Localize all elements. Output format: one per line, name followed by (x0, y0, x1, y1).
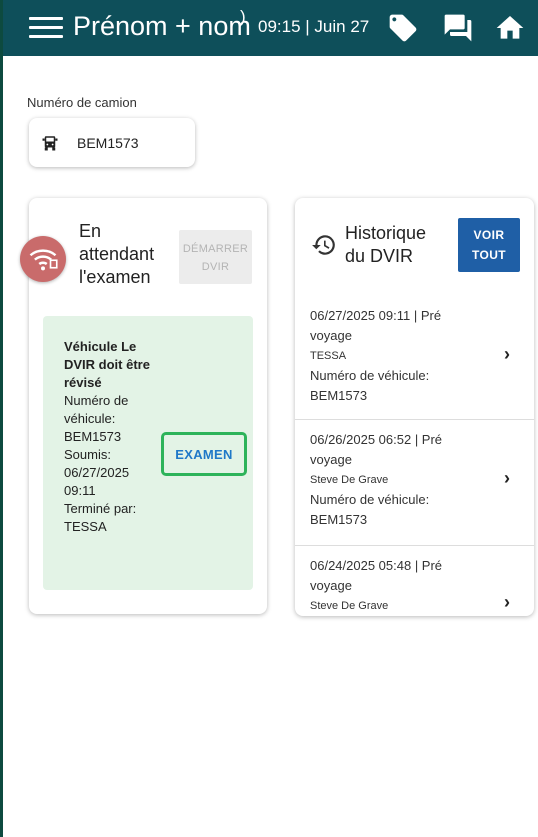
signal-icon: ) (240, 7, 246, 26)
pending-title-line1: En (79, 221, 102, 241)
history-item-header: 06/26/2025 06:52 | Pré (310, 432, 443, 447)
history-item-trip: voyage (310, 578, 352, 593)
truck-number-value: BEM1573 (77, 134, 139, 151)
completed-by-label: Terminé par: (64, 501, 137, 516)
vehicle-label-line1: Numéro de (64, 393, 129, 408)
history-icon (312, 235, 335, 255)
history-item-header: 06/24/2025 05:48 | Pré (310, 558, 443, 573)
history-item-vehicle-label: Numéro de véhicule: (310, 368, 430, 383)
home-icon[interactable] (493, 12, 527, 44)
history-item-driver: TESSA (310, 350, 347, 362)
chevron-right-icon: › (504, 468, 510, 488)
history-item-driver: Steve De Grave (310, 474, 389, 486)
history-title: Historique du DVIR (345, 222, 426, 268)
wifi-glyph (29, 249, 58, 271)
pending-dvir-details: Véhicule Le DVIR doit être révisé Numéro… (64, 338, 164, 536)
menu-icon[interactable] (29, 17, 63, 41)
submitted-date: 06/27/2025 (64, 465, 130, 480)
history-item-vehicle: BEM1573 (310, 388, 368, 403)
history-item-header: 06/27/2025 09:11 | Pré (310, 308, 442, 323)
see-all-line1: VOIR (473, 228, 505, 242)
history-item-trip: voyage (310, 328, 352, 343)
see-all-line2: TOUT (471, 248, 507, 262)
history-item-trip: voyage (310, 452, 352, 467)
chevron-right-icon: › (504, 344, 510, 364)
notice-line2: DVIR doit être (64, 357, 150, 372)
chevron-right-icon: › (504, 592, 510, 612)
truck-selector[interactable]: BEM1573 (29, 118, 195, 167)
submitted-label: Soumis: (64, 447, 111, 462)
history-item-driver: Steve De Grave (310, 600, 389, 612)
notice-line3: révisé (64, 375, 102, 390)
start-dvir-line1: DÉMARRER (182, 243, 249, 255)
history-item-details: 06/24/2025 05:48 | Pré voyage Steve De G… (310, 556, 470, 616)
history-item-vehicle: BEM1573 (310, 512, 368, 527)
truck-icon (42, 135, 58, 150)
clock-date: 09:15 | Juin 27 (258, 17, 370, 36)
wifi-off-icon[interactable] (20, 236, 66, 282)
see-all-button[interactable]: VOIR TOUT (458, 218, 520, 272)
vehicle-label-line2: véhicule: (64, 411, 116, 426)
pending-title-line2: attendant (79, 244, 155, 264)
start-dvir-button[interactable]: DÉMARRER DVIR (179, 230, 252, 284)
history-item[interactable]: 06/24/2025 05:48 | Pré voyage Steve De G… (295, 546, 534, 616)
history-item[interactable]: 06/26/2025 06:52 | Pré voyage Steve De G… (295, 420, 534, 546)
pending-dvir-panel: Véhicule Le DVIR doit être révisé Numéro… (43, 316, 253, 590)
truck-number-label: Numéro de camion (27, 95, 137, 110)
history-item-details: 06/26/2025 06:52 | Pré voyage Steve De G… (310, 430, 470, 530)
chat-icon[interactable] (441, 12, 475, 44)
completed-by-value: TESSA (64, 519, 107, 534)
history-item-vehicle-label: Numéro de véhicule: (310, 492, 430, 507)
history-item[interactable]: 06/27/2025 09:11 | Pré voyage TESSA Numé… (295, 294, 534, 420)
vehicle-value: BEM1573 (64, 429, 122, 444)
dvir-history-card: Historique du DVIR VOIR TOUT 06/27/2025 … (295, 198, 534, 616)
history-item-details: 06/27/2025 09:11 | Pré voyage TESSA Numé… (310, 306, 470, 406)
submitted-time: 09:11 (64, 483, 96, 498)
start-dvir-line2: DVIR (201, 261, 230, 273)
pending-title: En attendant l'examen (79, 220, 154, 289)
notice-line1: Véhicule Le (64, 339, 137, 354)
tag-icon[interactable] (386, 12, 420, 44)
exam-button[interactable]: EXAMEN (161, 432, 247, 476)
pending-title-line3: l'examen (79, 267, 151, 287)
history-title-line2: du DVIR (345, 246, 414, 266)
history-title-line1: Historique (345, 223, 427, 243)
app-title: Prénom + nom (73, 11, 251, 41)
app-frame: Prénom + nom ) 09:15 | Juin 27 Numéro de… (0, 0, 538, 837)
top-app-bar: Prénom + nom ) 09:15 | Juin 27 (3, 0, 538, 56)
